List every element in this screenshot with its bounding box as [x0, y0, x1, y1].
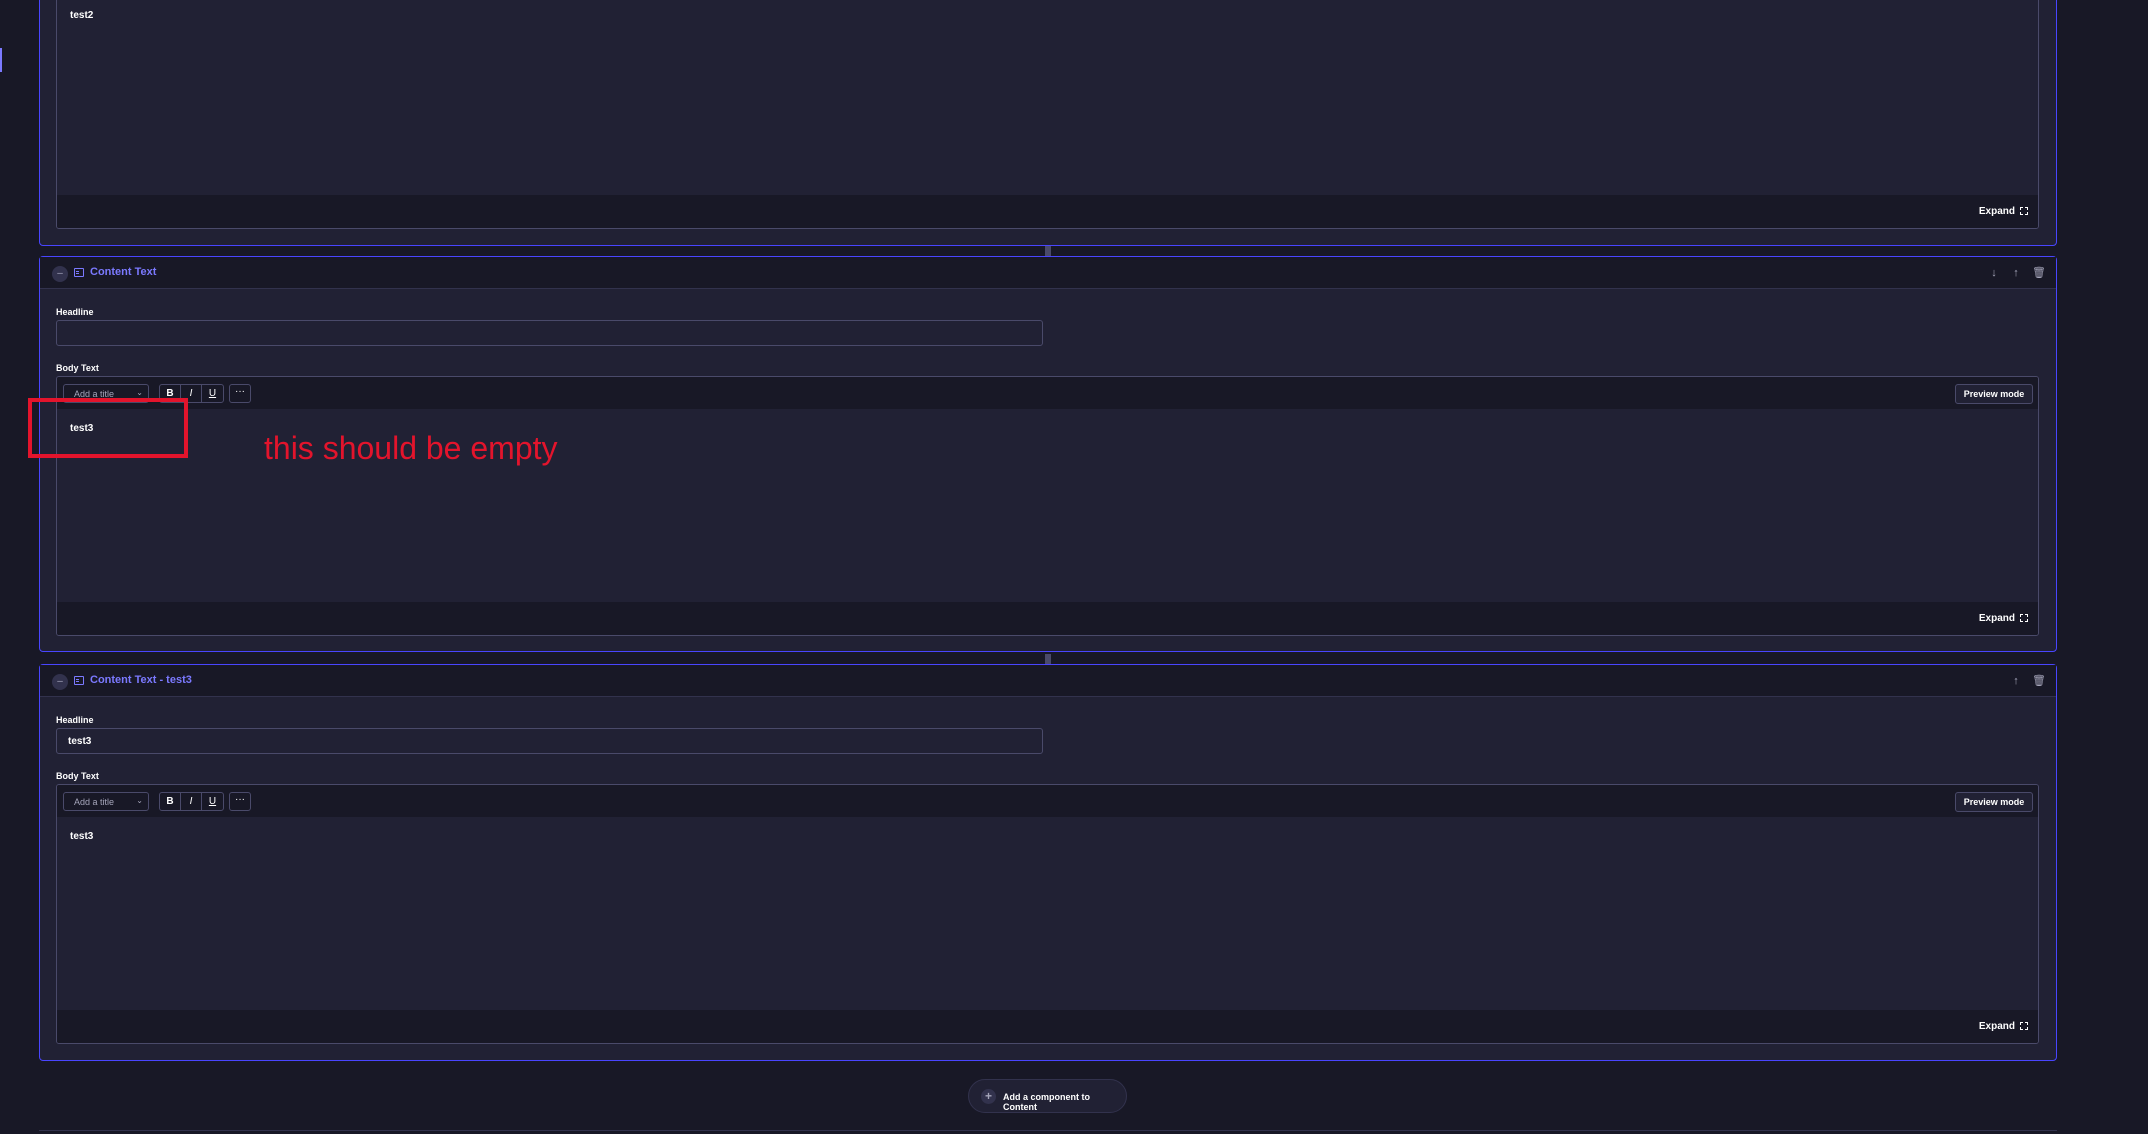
- bold-button[interactable]: B: [160, 793, 181, 810]
- editor-footer: Expand: [57, 195, 2038, 228]
- title-select-placeholder: Add a title: [74, 797, 115, 807]
- expand-label: Expand: [1978, 1021, 2015, 1032]
- format-group: B I U: [159, 792, 224, 811]
- underline-button[interactable]: U: [202, 385, 223, 402]
- body-text-label: Body Text: [56, 771, 99, 781]
- divider: [39, 1130, 2057, 1131]
- title-select[interactable]: Add a title ⌄: [63, 792, 149, 811]
- chevron-down-icon: ⌄: [136, 388, 143, 397]
- expand-button[interactable]: Expand: [1979, 613, 2028, 624]
- more-options-button[interactable]: ···: [229, 384, 251, 403]
- editor-content[interactable]: test3: [70, 831, 93, 842]
- headline-input[interactable]: test3: [56, 728, 1043, 754]
- editor-footer: Expand: [57, 1010, 2038, 1043]
- annotation-text: this should be empty: [264, 430, 558, 466]
- body-text-editor: test2 Expand: [56, 0, 2039, 229]
- body-text-editor: Add a title ⌄ B I U ··· Preview mode test…: [56, 376, 2039, 636]
- collapse-toggle-icon[interactable]: –: [52, 674, 68, 690]
- expand-label: Expand: [1978, 613, 2015, 624]
- preview-mode-button[interactable]: Preview mode: [1955, 384, 2033, 404]
- body-text-editor: Add a title ⌄ B I U ··· Preview mode test…: [56, 784, 2039, 1044]
- expand-label: Expand: [1978, 206, 2015, 217]
- editor-footer: Expand: [57, 602, 2038, 635]
- expand-icon: [2020, 614, 2028, 622]
- expand-button[interactable]: Expand: [1979, 1021, 2028, 1032]
- editor-toolbar: Add a title ⌄ B I U ··· Preview mode: [57, 785, 2038, 817]
- page: test2 Expand – Content Text ↓ ↑ 🗑 Headli…: [0, 0, 2148, 1134]
- editor-content[interactable]: test2: [70, 10, 93, 21]
- chevron-down-icon: ⌄: [136, 796, 143, 805]
- card-actions: ↓ ↑ 🗑: [1988, 265, 2046, 281]
- editor-toolbar: Add a title ⌄ B I U ··· Preview mode: [57, 377, 2038, 409]
- card-header[interactable]: – Content Text ↓ ↑ 🗑: [40, 257, 2056, 289]
- move-down-icon[interactable]: ↓: [1988, 265, 2000, 281]
- move-up-icon[interactable]: ↑: [2010, 673, 2022, 689]
- delete-icon[interactable]: 🗑: [2032, 265, 2046, 281]
- component-card-content-text-test3: – Content Text - test3 ↑ 🗑 Headline test…: [39, 664, 2057, 1061]
- headline-input[interactable]: [56, 320, 1043, 346]
- collapse-toggle-icon[interactable]: –: [52, 266, 68, 282]
- expand-icon: [2020, 207, 2028, 215]
- component-icon: [74, 268, 84, 277]
- more-options-button[interactable]: ···: [229, 792, 251, 811]
- component-card-test2: test2 Expand: [39, 0, 2057, 246]
- headline-label: Headline: [56, 307, 94, 317]
- plus-icon: +: [981, 1089, 996, 1104]
- component-connector: [1045, 246, 1051, 256]
- nav-indicator: [0, 48, 2, 72]
- annotation-highlight-box: [28, 398, 188, 458]
- move-up-icon[interactable]: ↑: [2010, 265, 2022, 281]
- card-title: Content Text: [90, 266, 157, 278]
- card-title: Content Text - test3: [90, 674, 192, 686]
- delete-icon[interactable]: 🗑: [2032, 673, 2046, 689]
- underline-button[interactable]: U: [202, 793, 223, 810]
- add-component-button[interactable]: + Add a component to Content: [968, 1079, 1127, 1113]
- body-text-label: Body Text: [56, 363, 99, 373]
- preview-mode-button[interactable]: Preview mode: [1955, 792, 2033, 812]
- card-header[interactable]: – Content Text - test3 ↑ 🗑: [40, 665, 2056, 697]
- component-icon: [74, 676, 84, 685]
- add-component-label: Add a component to Content: [1003, 1092, 1090, 1112]
- expand-button[interactable]: Expand: [1979, 206, 2028, 217]
- component-connector: [1045, 654, 1051, 664]
- card-actions: ↑ 🗑: [2010, 673, 2046, 689]
- italic-button[interactable]: I: [181, 793, 202, 810]
- expand-icon: [2020, 1022, 2028, 1030]
- headline-label: Headline: [56, 715, 94, 725]
